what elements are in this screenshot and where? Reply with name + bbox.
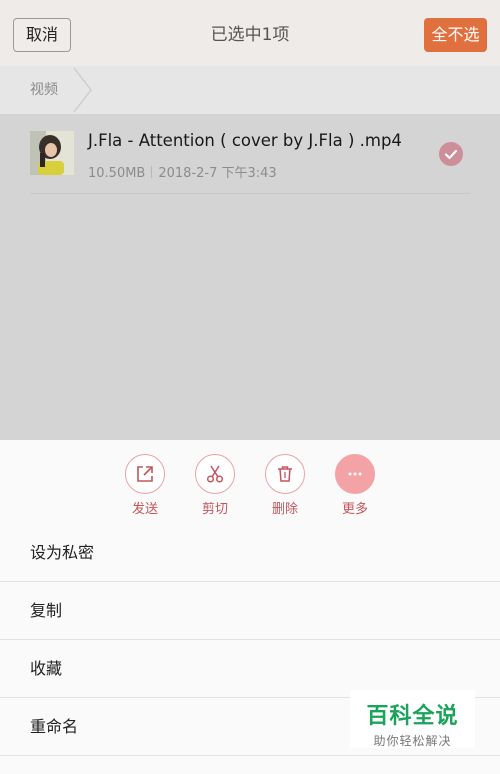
file-list: J.Fla - Attention ( cover by J.Fla ) .mp…	[0, 115, 500, 440]
menu-item-set-private[interactable]: 设为私密	[0, 524, 500, 582]
trash-icon	[265, 454, 305, 494]
file-row[interactable]: J.Fla - Attention ( cover by J.Fla ) .mp…	[30, 115, 470, 194]
video-thumbnail	[30, 131, 74, 175]
file-date: 2018-2-7 下午3:43	[158, 166, 277, 181]
video-thumbnail-image	[30, 131, 74, 175]
deselect-all-button[interactable]: 全不选	[424, 18, 487, 52]
more-icon	[335, 454, 375, 494]
breadcrumb-chevron-icon	[73, 67, 92, 113]
selection-title: 已选中1项	[210, 25, 290, 45]
delete-button[interactable]: 删除	[255, 454, 315, 517]
meta-divider	[151, 166, 153, 178]
send-button[interactable]: 发送	[115, 454, 175, 517]
watermark-logo: 百科全说 助你轻松解决	[350, 690, 475, 748]
menu-item-label: 复制	[30, 601, 63, 620]
cut-label: 剪切	[201, 502, 228, 517]
send-label: 发送	[131, 502, 158, 517]
menu-item-label: 重命名	[30, 717, 79, 736]
delete-label: 删除	[271, 502, 298, 517]
cut-button[interactable]: 剪切	[185, 454, 245, 517]
cancel-button[interactable]: 取消	[13, 18, 71, 52]
breadcrumb-item-video[interactable]: 视频	[30, 66, 58, 114]
watermark-subtitle: 助你轻松解决	[373, 734, 452, 748]
file-size: 10.50MB	[88, 166, 146, 181]
watermark-title: 百科全说	[366, 704, 459, 729]
more-label: 更多	[341, 502, 368, 517]
selected-check-icon[interactable]	[439, 142, 463, 166]
menu-item-label: 设为私密	[30, 543, 95, 562]
share-icon	[125, 454, 165, 494]
more-button[interactable]: 更多	[325, 454, 385, 517]
file-name: J.Fla - Attention ( cover by J.Fla ) .mp…	[88, 131, 402, 150]
top-bar: 取消 已选中1项 全不选	[0, 0, 500, 66]
file-meta: 10.50MB 2018-2-7 下午3:43	[88, 162, 277, 181]
menu-item-label: 收藏	[30, 659, 63, 678]
breadcrumb: 视频	[0, 66, 500, 115]
action-bar: 发送 剪切 删除 更多	[0, 440, 500, 525]
scissors-icon	[195, 454, 235, 494]
menu-item-copy[interactable]: 复制	[0, 582, 500, 640]
